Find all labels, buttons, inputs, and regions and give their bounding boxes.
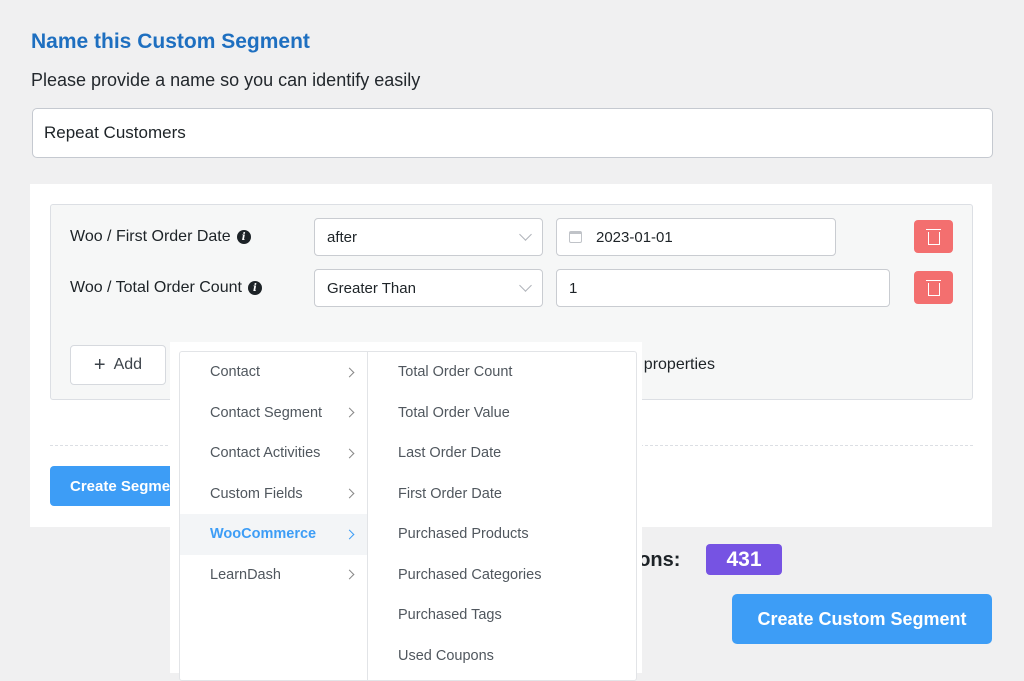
rule-label: Woo / First Order Date i bbox=[70, 228, 251, 246]
menu-category-contact-activities[interactable]: Contact Activities bbox=[180, 433, 367, 474]
menu-category-contact[interactable]: Contact bbox=[180, 352, 367, 393]
menu-item[interactable]: Total Order Value bbox=[368, 393, 636, 434]
menu-item[interactable]: Last Order Date bbox=[368, 433, 636, 474]
menu-item[interactable]: Purchased Products bbox=[368, 514, 636, 555]
chevron-right-icon bbox=[344, 488, 355, 499]
date-value: 2023-01-01 bbox=[596, 228, 673, 246]
operator-value: after bbox=[327, 228, 358, 246]
chevron-right-icon bbox=[344, 407, 355, 418]
category-label: Contact bbox=[210, 364, 260, 381]
menu-category-contact-segment[interactable]: Contact Segment bbox=[180, 393, 367, 434]
operator-select[interactable]: after bbox=[314, 218, 543, 256]
chevron-right-icon bbox=[344, 529, 355, 540]
add-rule-button[interactable]: + Add bbox=[70, 345, 166, 385]
delete-rule-button[interactable] bbox=[914, 271, 953, 304]
date-input[interactable]: 2023-01-01 bbox=[556, 218, 836, 256]
menu-item[interactable]: Total Order Count bbox=[368, 352, 636, 393]
menu-category-learndash[interactable]: LearnDash bbox=[180, 555, 367, 596]
rule-label: Woo / Total Order Count i bbox=[70, 279, 262, 297]
category-label: WooCommerce bbox=[210, 526, 317, 543]
value-input[interactable]: 1 bbox=[556, 269, 890, 307]
menu-item[interactable]: Purchased Tags bbox=[368, 595, 636, 636]
info-icon[interactable]: i bbox=[247, 281, 262, 295]
menu-item[interactable]: First Order Date bbox=[368, 474, 636, 515]
selection-count-badge: 431 bbox=[706, 544, 782, 575]
category-label: Custom Fields bbox=[210, 485, 303, 502]
category-label: LearnDash bbox=[210, 566, 281, 583]
segment-name-input[interactable] bbox=[32, 108, 993, 158]
add-label: Add bbox=[113, 356, 143, 373]
operator-value: Greater Than bbox=[327, 279, 416, 297]
category-label: Contact Activities bbox=[210, 445, 321, 462]
menu-item[interactable]: Used Coupons bbox=[368, 636, 636, 677]
operator-select[interactable]: Greater Than bbox=[314, 269, 543, 307]
property-column: Total Order Count Total Order Value Last O… bbox=[368, 352, 636, 680]
info-icon[interactable]: i bbox=[236, 230, 251, 244]
page-title: Name this Custom Segment bbox=[31, 30, 310, 53]
trash-icon bbox=[925, 279, 941, 296]
rule-label-text: Woo / Total Order Count bbox=[70, 279, 242, 296]
trash-icon bbox=[925, 228, 941, 245]
chevron-right-icon bbox=[344, 367, 355, 378]
menu-category-custom-fields[interactable]: Custom Fields bbox=[180, 474, 367, 515]
delete-rule-button[interactable] bbox=[914, 220, 953, 253]
page-subtitle: Please provide a name so you can identif… bbox=[31, 70, 421, 90]
create-custom-segment-button[interactable]: Create Custom Segment bbox=[732, 594, 992, 644]
chevron-down-icon bbox=[519, 228, 532, 241]
value-text: 1 bbox=[569, 279, 578, 297]
rule-label-text: Woo / First Order Date bbox=[70, 228, 231, 245]
chevron-right-icon bbox=[344, 569, 355, 580]
plus-icon: + bbox=[93, 353, 106, 376]
property-cascader: Contact Contact Segment Contact Activities… bbox=[179, 351, 637, 681]
category-label: Contact Segment bbox=[210, 404, 323, 421]
menu-item[interactable]: Purchased Categories bbox=[368, 555, 636, 596]
category-column: Contact Contact Segment Contact Activities… bbox=[180, 352, 368, 680]
calendar-icon bbox=[569, 231, 582, 243]
chevron-down-icon bbox=[519, 279, 532, 292]
chevron-right-icon bbox=[344, 448, 355, 459]
menu-category-woocommerce[interactable]: WooCommerce bbox=[180, 514, 367, 555]
